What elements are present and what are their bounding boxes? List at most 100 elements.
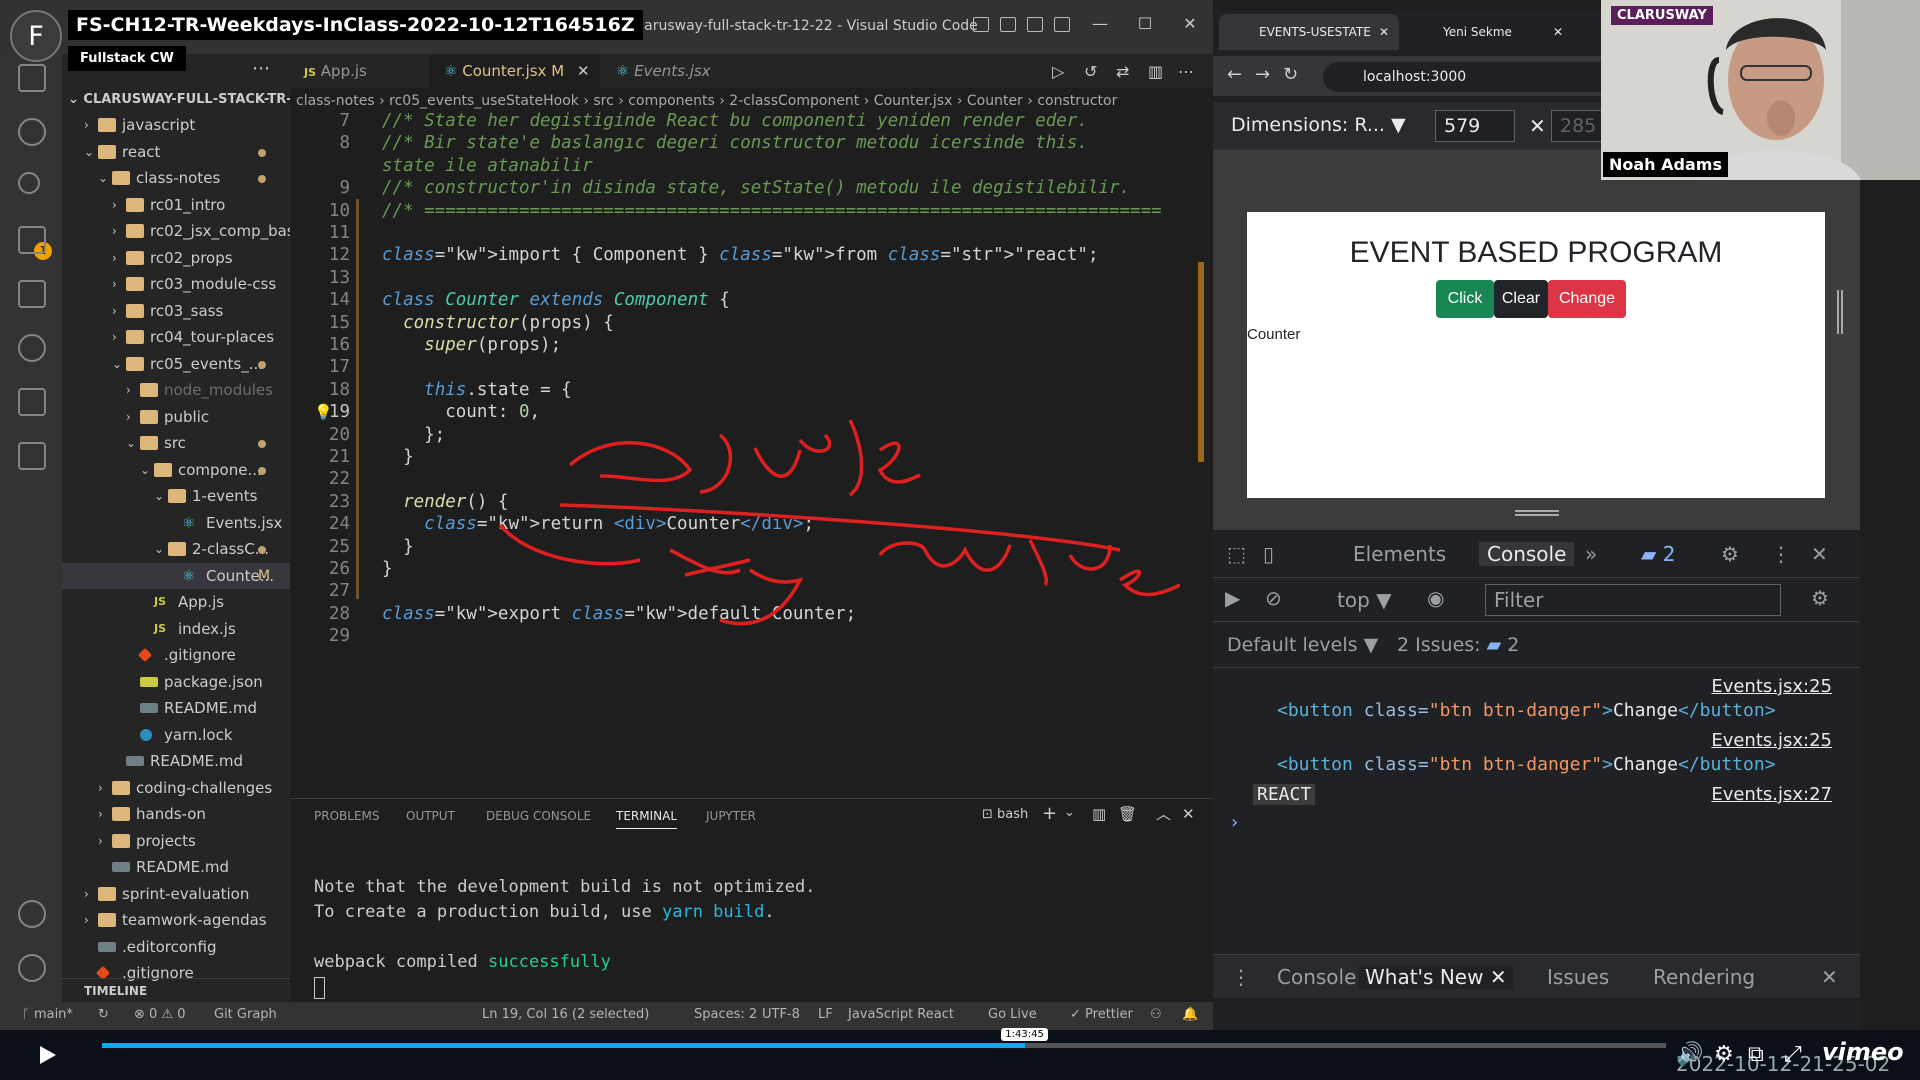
tree-file[interactable]: JS App.js — [62, 589, 290, 616]
clear-button[interactable]: Clear — [1494, 280, 1548, 318]
tab-app-js[interactable]: JS App.js — [290, 54, 408, 88]
chevron-down-icon[interactable]: ⌄ — [1064, 805, 1075, 820]
tab-terminal[interactable]: TERMINAL — [616, 809, 678, 829]
tab-jupyter[interactable]: JUPYTER — [706, 809, 756, 823]
tree-file[interactable]: JS index.js — [62, 616, 290, 643]
accounts-icon[interactable]: ⚇ — [1150, 1007, 1162, 1022]
problems-status[interactable]: ⊗ 0 ⚠ 0 — [134, 1007, 186, 1022]
dimensions-select[interactable]: Dimensions: R... ▼ — [1231, 114, 1406, 136]
sidebar-toggle-icon[interactable]: ▶ — [1225, 586, 1240, 610]
tree-folder[interactable]: › node_modules — [62, 377, 290, 404]
drawer-tab-issues[interactable]: Issues — [1547, 965, 1609, 989]
tab-problems[interactable]: PROBLEMS — [314, 809, 380, 823]
tree-folder[interactable]: ⌄ class-notes — [62, 165, 290, 192]
split-editor-icon[interactable]: ▥ — [1148, 62, 1163, 81]
toggle-secondary-sidebar-icon[interactable] — [1027, 17, 1043, 32]
tree-folder[interactable]: › projects — [62, 828, 290, 855]
tree-folder[interactable]: › coding-challenges — [62, 775, 290, 802]
close-tab-icon[interactable]: ✕ — [1379, 14, 1389, 50]
click-button[interactable]: Click — [1436, 280, 1494, 318]
tree-folder[interactable]: › rc03_module-css — [62, 271, 290, 298]
issues-link[interactable]: 2 Issues: ▰ 2 — [1397, 634, 1519, 656]
customize-layout-icon[interactable] — [1054, 17, 1070, 32]
tree-file[interactable]: package.json — [62, 669, 290, 696]
levels-select[interactable]: Default levels ▼ — [1227, 634, 1378, 656]
tab-output[interactable]: OUTPUT — [406, 809, 455, 823]
close-icon[interactable]: ✕ — [1490, 965, 1507, 989]
split-terminal-icon[interactable]: ▥ — [1092, 805, 1106, 823]
tree-folder[interactable]: ⌄ src — [62, 430, 290, 457]
timeline-section[interactable]: TIMELINE — [62, 978, 290, 1002]
close-tab-icon[interactable]: ✕ — [1553, 14, 1563, 50]
compare-icon[interactable]: ⇄ — [1116, 62, 1129, 81]
tree-folder[interactable]: › hands-on — [62, 801, 290, 828]
notifications-icon[interactable]: 🔔 — [1182, 1007, 1198, 1022]
drawer-tab-whats-new[interactable]: What's New ✕ — [1359, 965, 1513, 989]
tab-counter-jsx[interactable]: ⚛ Counter.jsx M ✕ — [430, 54, 600, 88]
code-line[interactable]: state ile atanabilir — [290, 155, 1213, 177]
sync-icon[interactable]: ↻ — [98, 1007, 109, 1022]
code-line[interactable]: 12 class="kw">import { Component } class=… — [290, 244, 1213, 266]
forward-icon[interactable]: → — [1255, 64, 1270, 85]
resize-handle-bottom[interactable] — [1515, 510, 1559, 516]
code-line[interactable]: 14 class Counter extends Component { — [290, 289, 1213, 311]
new-terminal-icon[interactable]: + — [1042, 803, 1057, 824]
indentation-status[interactable]: Spaces: 2 — [694, 1007, 757, 1022]
tree-file[interactable]: ⚛ Counte... M — [62, 562, 290, 589]
explorer-icon[interactable] — [18, 64, 46, 92]
tree-folder[interactable]: ⌄ 2-classC... — [62, 536, 290, 563]
tree-file[interactable]: .gitignore — [62, 642, 290, 669]
code-line[interactable]: 15 constructor(props) { — [290, 312, 1213, 334]
log-source-link[interactable]: Events.jsx:27 — [1711, 784, 1832, 805]
gear-icon[interactable] — [18, 954, 46, 982]
log-source-link[interactable]: Events.jsx:25 — [1711, 730, 1832, 751]
explorer-root[interactable]: ⌄ CLARUSWAY-FULL-STACK-TR-... — [68, 92, 290, 107]
channel-name[interactable]: Fullstack CW — [68, 46, 186, 71]
close-drawer-icon[interactable]: ✕ — [1821, 965, 1838, 989]
tree-folder[interactable]: › rc03_sass — [62, 298, 290, 325]
tree-file[interactable]: yarn.lock — [62, 722, 290, 749]
timeline-icon[interactable]: ↺ — [1084, 62, 1097, 81]
drawer-tab-rendering[interactable]: Rendering — [1653, 965, 1755, 989]
search-icon[interactable] — [18, 118, 46, 146]
tab-debug-console[interactable]: DEBUG CONSOLE — [486, 809, 591, 823]
filter-input[interactable]: Filter — [1485, 584, 1781, 616]
language-status[interactable]: JavaScript React — [848, 1007, 954, 1022]
issues-counter[interactable]: ▰ 2 — [1641, 542, 1675, 566]
git-graph-status[interactable]: Git Graph — [214, 1007, 277, 1022]
close-devtools-icon[interactable]: ✕ — [1811, 542, 1828, 566]
tree-folder[interactable]: › public — [62, 404, 290, 431]
tree-folder[interactable]: › rc02_props — [62, 245, 290, 272]
close-panel-icon[interactable]: ✕ — [1182, 805, 1195, 823]
console-log-entry[interactable]: REACT — [1253, 784, 1316, 805]
tree-folder[interactable]: › javascript — [62, 112, 290, 139]
editor-more-icon[interactable]: ⋯ — [1178, 62, 1194, 81]
lightbulb-icon[interactable]: 💡 — [314, 401, 333, 423]
inspect-icon[interactable]: ⬚ — [1227, 542, 1246, 566]
code-line[interactable]: 16 super(props); — [290, 334, 1213, 356]
code-line[interactable]: 13 — [290, 267, 1213, 289]
tree-folder[interactable]: › rc02_jsx_comp_bas... — [62, 218, 290, 245]
docker-icon[interactable] — [18, 442, 46, 470]
run-icon[interactable]: ▷ — [1052, 62, 1064, 81]
eye-icon[interactable]: ◉ — [1427, 586, 1444, 610]
fullscreen-icon[interactable]: ⤢ — [1784, 1042, 1802, 1067]
prettier-status[interactable]: ✓ Prettier — [1070, 1007, 1133, 1022]
video-title[interactable]: FS-CH12-TR-Weekdays-InClass-2022-10-12T1… — [68, 10, 643, 40]
width-input[interactable]: 579 — [1435, 110, 1515, 142]
browser-tab[interactable]: Yeni Sekme ✕ — [1403, 14, 1573, 50]
console-log-entry[interactable]: <button class="btn btn-danger">Change</b… — [1277, 754, 1776, 775]
shell-selector[interactable]: ⊡ bash — [982, 807, 1028, 822]
source-control-icon[interactable] — [18, 172, 40, 194]
tab-elements[interactable]: Elements — [1353, 542, 1446, 566]
tree-file[interactable]: .editorconfig — [62, 934, 290, 961]
back-icon[interactable]: ← — [1227, 64, 1242, 85]
maximize-icon[interactable]: ☐ — [1133, 14, 1157, 33]
branch-status[interactable]: ᚴ main* — [22, 1007, 73, 1022]
code-line[interactable]: 11 — [290, 222, 1213, 244]
toggle-sidebar-icon[interactable] — [973, 17, 989, 32]
tree-file[interactable]: README.md — [62, 695, 290, 722]
tree-file[interactable]: README.md — [62, 854, 290, 881]
close-window-icon[interactable]: ✕ — [1178, 14, 1202, 33]
vimeo-logo[interactable]: vimeo — [1822, 1038, 1904, 1066]
